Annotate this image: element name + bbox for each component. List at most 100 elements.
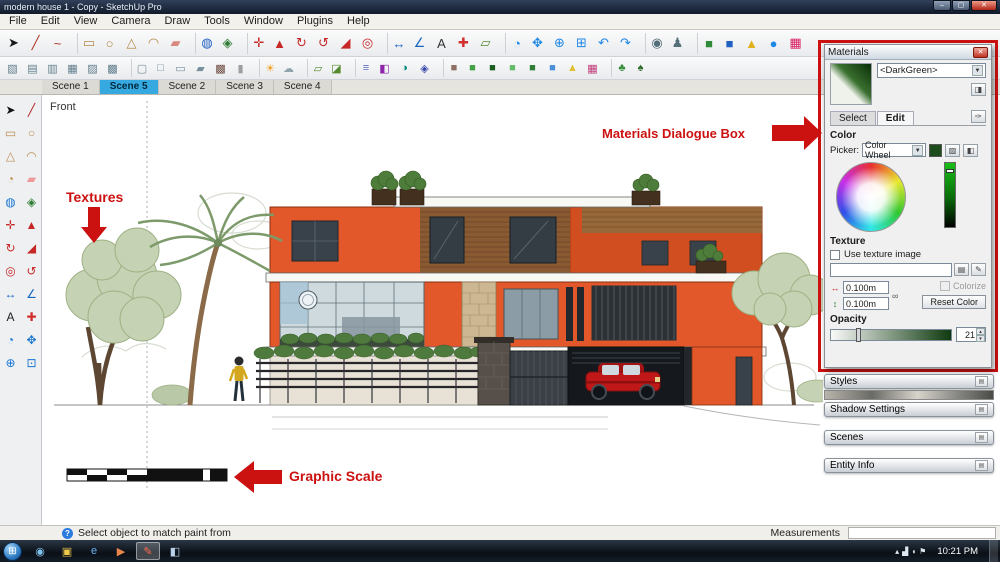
pan-icon[interactable]: ✥ (22, 330, 41, 349)
text-icon[interactable]: A (431, 33, 452, 54)
menu-file[interactable]: File (2, 14, 34, 29)
shrub-component-icon[interactable]: ♠ (631, 59, 650, 77)
follow-me-icon[interactable]: ↺ (22, 261, 41, 280)
help-icon[interactable]: ? (62, 527, 73, 539)
scale-icon[interactable]: ◢ (335, 33, 356, 54)
cube-light-green-icon[interactable]: ■ (463, 59, 482, 77)
previous-view-icon[interactable]: ↶ (593, 33, 614, 54)
scene-tab-scene-2[interactable]: Scene 2 (158, 80, 217, 94)
tray-scenes[interactable]: Scenes ▤ (824, 430, 994, 445)
select-icon[interactable]: ➤ (3, 33, 24, 54)
tree-component-icon[interactable]: ♣ (611, 59, 630, 77)
taskbar-internet-explorer[interactable]: e (82, 542, 106, 560)
texture-height-input[interactable]: 0.100m (843, 297, 889, 310)
monochrome-style-icon[interactable]: ▮ (231, 59, 250, 77)
menu-help[interactable]: Help (340, 14, 377, 29)
menu-window[interactable]: Window (237, 14, 290, 29)
back-view-icon[interactable]: ▨ (83, 59, 102, 77)
close-icon[interactable]: ✕ (973, 46, 988, 58)
opacity-slider[interactable] (830, 327, 952, 342)
sphere-tool-icon[interactable]: ● (763, 33, 784, 54)
line-icon[interactable]: ╱ (25, 33, 46, 54)
select-icon[interactable]: ➤ (1, 100, 20, 119)
color-value-slider[interactable] (944, 162, 956, 228)
shadows-toggle-icon[interactable]: ☀ (259, 59, 278, 77)
cube-dark-green-icon[interactable]: ■ (483, 59, 502, 77)
colorize-checkbox[interactable] (939, 281, 950, 291)
section-cut-icon[interactable]: ◪ (327, 59, 346, 77)
component-cube-green-icon[interactable]: ■ (697, 32, 718, 54)
protractor-icon[interactable]: ∠ (409, 33, 430, 54)
texture-filename-input[interactable] (830, 263, 952, 277)
menu-draw[interactable]: Draw (157, 14, 197, 29)
entity-info-rollup-button[interactable]: ▤ (975, 460, 988, 471)
protractor-icon[interactable]: ∠ (22, 284, 41, 303)
materials-browser-icon[interactable]: ◧ (375, 59, 394, 77)
match-object-color-button[interactable]: ◧ (963, 143, 979, 157)
zoom-icon[interactable]: ⊕ (549, 33, 570, 54)
color-wheel[interactable] (836, 162, 906, 232)
scene-tab-scene-5[interactable]: Scene 5 (99, 80, 159, 94)
next-view-icon[interactable]: ↷ (615, 33, 636, 54)
push-pull-icon[interactable]: ▲ (269, 33, 290, 54)
make-component-icon[interactable]: ◈ (22, 192, 41, 211)
polygon-icon[interactable]: △ (1, 146, 20, 165)
section-display-icon[interactable]: ▱ (307, 59, 326, 77)
styles-browser-icon[interactable]: ◑ (395, 59, 414, 77)
layers-panel-icon[interactable]: ≡ (355, 59, 374, 77)
eyedropper-icon[interactable]: ✑ (971, 110, 986, 123)
front-view-icon[interactable]: ▥ (43, 59, 62, 77)
left-view-icon[interactable]: ▩ (103, 59, 122, 77)
arc-icon[interactable]: ◠ (22, 146, 41, 165)
taskbar-windows-explorer[interactable]: ▣ (55, 542, 79, 560)
cone-yellow-icon[interactable]: ▲ (563, 59, 582, 77)
follow-me-icon[interactable]: ↺ (313, 33, 334, 54)
opacity-spin-down-icon[interactable]: ▾ (976, 334, 985, 342)
opacity-slider-thumb[interactable] (856, 327, 862, 342)
zoom-extents-icon[interactable]: ⊡ (22, 353, 41, 372)
color-palette-icon[interactable]: ▦ (785, 33, 806, 54)
opacity-spin-up-icon[interactable]: ▴ (976, 327, 985, 335)
tray-entity-info[interactable]: Entity Info ▤ (824, 458, 994, 473)
arc-icon[interactable]: ◠ (143, 33, 164, 54)
scene-tab-scene-3[interactable]: Scene 3 (216, 80, 274, 94)
material-name-dropdown[interactable]: <DarkGreen> ▼ (877, 63, 986, 78)
fog-toggle-icon[interactable]: ☁ (279, 59, 298, 77)
taskbar-image-viewer[interactable]: ◧ (163, 542, 187, 560)
text-icon[interactable]: A (1, 307, 20, 326)
shaded-style-icon[interactable]: ▰ (191, 59, 210, 77)
offset-icon[interactable]: ◎ (357, 33, 378, 54)
cone-tool-icon[interactable]: ▲ (741, 33, 762, 54)
paint-bucket-icon[interactable]: ◍ (1, 192, 20, 211)
axes-icon[interactable]: ✚ (22, 307, 41, 326)
close-button[interactable]: ✕ (971, 0, 997, 11)
picker-dropdown[interactable]: Color Wheel ▼ (862, 140, 927, 160)
scenes-rollup-button[interactable]: ▤ (975, 432, 988, 443)
line-icon[interactable]: ╱ (22, 100, 41, 119)
eraser-icon[interactable]: ▰ (22, 169, 41, 188)
tape-measure-icon[interactable]: ↔ (1, 284, 20, 303)
network-icon[interactable]: ▟ (902, 547, 908, 556)
menu-view[interactable]: View (67, 14, 105, 29)
menu-camera[interactable]: Camera (104, 14, 157, 29)
taskbar-media-app[interactable]: ◉ (28, 542, 52, 560)
opacity-value-input[interactable]: 21 ▴ ▾ (956, 327, 986, 342)
section-plane-icon[interactable]: ▱ (475, 33, 496, 54)
taskbar-sketchup[interactable]: ✎ (136, 542, 160, 560)
styles-rollup-button[interactable]: ▤ (975, 376, 988, 387)
xray-style-icon[interactable]: ▢ (131, 59, 150, 77)
volume-icon[interactable]: ◖ (911, 547, 916, 556)
scene-tab-scene-1[interactable]: Scene 1 (42, 80, 100, 94)
measurements-input[interactable] (848, 527, 996, 539)
freehand-icon[interactable]: ~ (47, 33, 68, 54)
materials-titlebar[interactable]: Materials ✕ (825, 45, 991, 60)
rotate-icon[interactable]: ↻ (291, 33, 312, 54)
top-view-icon[interactable]: ▤ (23, 59, 42, 77)
shadow-settings-rollup-button[interactable]: ▤ (975, 404, 988, 415)
move-icon[interactable]: ✛ (247, 32, 268, 54)
components-browser-icon[interactable]: ◈ (415, 59, 434, 77)
reset-color-button[interactable]: Reset Color (922, 295, 986, 309)
value-slider-thumb[interactable] (946, 169, 954, 173)
maximize-button[interactable]: ▢ (952, 0, 970, 11)
browse-texture-button[interactable]: ▤ (954, 263, 969, 276)
